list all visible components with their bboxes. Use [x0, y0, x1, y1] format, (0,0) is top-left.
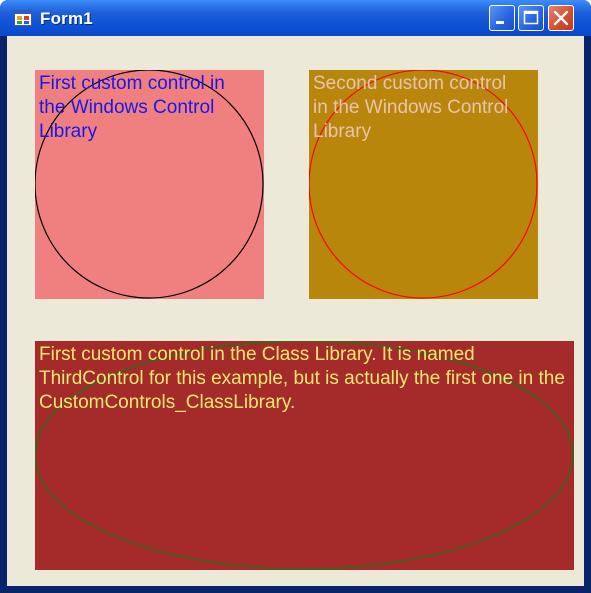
close-button[interactable] [548, 5, 574, 31]
first-control-text: First custom control in the Windows Cont… [39, 73, 225, 142]
first-custom-control[interactable]: First custom control in the Windows Cont… [35, 70, 264, 299]
window-title: Form1 [40, 9, 93, 28]
second-control-text: Second custom control in the Windows Con… [313, 73, 509, 142]
second-custom-control[interactable]: Second custom control in the Windows Con… [309, 70, 538, 299]
minimize-icon [496, 21, 504, 24]
third-custom-control[interactable]: First custom control in the Class Librar… [35, 341, 574, 570]
maximize-icon [523, 10, 539, 25]
third-control-text: First custom control in the Class Librar… [39, 344, 565, 413]
form1-window: Form1 First custom control in the Window… [0, 0, 591, 593]
maximize-button[interactable] [518, 5, 544, 31]
form-client-area: First custom control in the Windows Cont… [7, 36, 584, 586]
title-bar[interactable]: Form1 [0, 0, 591, 36]
close-icon [553, 10, 569, 26]
minimize-button[interactable] [489, 5, 515, 31]
winforms-app-icon[interactable] [14, 10, 32, 26]
